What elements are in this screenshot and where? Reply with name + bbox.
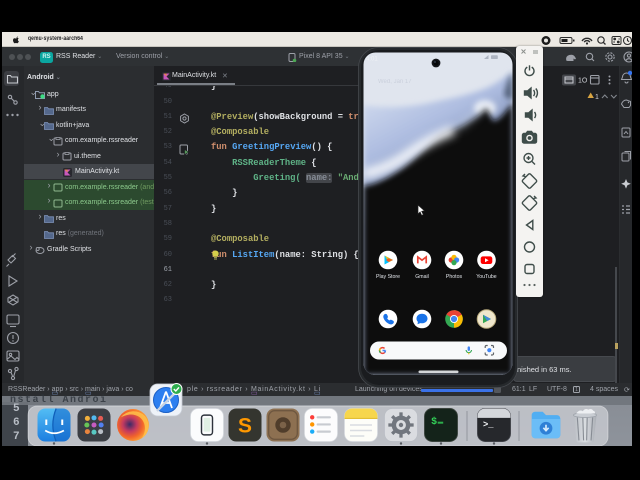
- svg-text:Wed, Jan 17: Wed, Jan 17: [378, 79, 412, 85]
- svg-text:Play Store: Play Store: [376, 274, 400, 280]
- svg-text:Photos: Photos: [446, 274, 463, 280]
- svg-text:>_: >_: [483, 420, 494, 430]
- svg-text:$: $: [431, 416, 437, 427]
- svg-text:4:01: 4:01: [366, 57, 378, 63]
- svg-text:YouTube: YouTube: [476, 274, 496, 280]
- svg-text:1O: 1O: [578, 78, 588, 85]
- svg-text:1: 1: [595, 94, 599, 101]
- svg-text:Gmail: Gmail: [415, 274, 429, 280]
- svg-text:S: S: [238, 415, 252, 438]
